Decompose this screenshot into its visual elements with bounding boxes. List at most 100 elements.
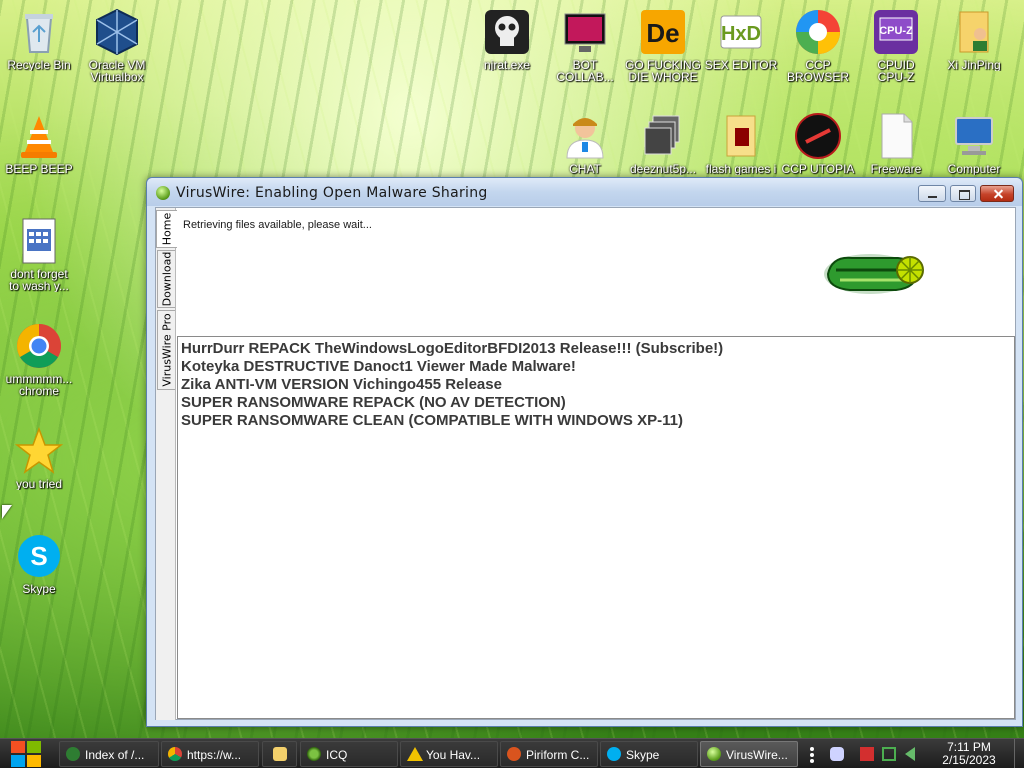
- app-logo-icon: [156, 186, 170, 200]
- folder-icon: [273, 747, 287, 761]
- desktop-icon-label: you tried: [15, 478, 63, 490]
- svg-text:HxD: HxD: [721, 23, 761, 45]
- desktop-icon-njrat[interactable]: njrat.exe: [469, 8, 545, 71]
- system-tray: [808, 739, 948, 768]
- icq-flower-icon: [307, 747, 321, 761]
- doctor-icon: [561, 112, 609, 160]
- desktop-icon-star[interactable]: you tried: [1, 426, 77, 490]
- desktop-icon-document[interactable]: dont forget to wash y...: [1, 217, 77, 292]
- clock-date: 2/15/2023: [942, 753, 996, 767]
- list-item[interactable]: SUPER RANSOMWARE REPACK (NO AV DETECTION…: [181, 394, 1011, 412]
- show-desktop-button[interactable]: [1014, 739, 1024, 768]
- taskbar-button-warning[interactable]: You Hav...: [400, 741, 498, 767]
- svg-text:S: S: [30, 541, 47, 571]
- taskbar-button-viruswire[interactable]: VirusWire...: [700, 741, 798, 767]
- minimize-button[interactable]: [918, 185, 946, 202]
- taskbar-button-label: Index of /...: [85, 748, 145, 762]
- desktop-icon-label: SEX EDITOR: [704, 59, 778, 71]
- monitor-icon: [561, 8, 609, 56]
- desktop-icon-label: ummmmm... chrome: [5, 373, 73, 397]
- desktop-icon-computer[interactable]: Computer: [936, 112, 1012, 175]
- desktop-icon-label: BOT COLLAB...: [556, 59, 614, 83]
- svg-text:De: De: [646, 18, 679, 48]
- list-item[interactable]: Zika ANTI-VM VERSION Vichingo455 Release: [181, 376, 1011, 394]
- desktop-icon-chat[interactable]: CHAT: [547, 112, 623, 175]
- svg-text:CPU-Z: CPU-Z: [879, 25, 913, 37]
- tab-home[interactable]: Home: [156, 210, 177, 248]
- desktop-icon-virtualbox[interactable]: Oracle VM Virtualbox: [79, 8, 155, 83]
- desktop-icon-vlc[interactable]: BEEP BEEP: [1, 112, 77, 175]
- tab-download[interactable]: Download: [157, 250, 175, 308]
- taskbar-button-chrome[interactable]: https://w...: [161, 741, 259, 767]
- taskbar: Index of /... https://w... ICQ You Hav..…: [0, 738, 1024, 768]
- user-folder-icon: [950, 8, 998, 56]
- flag-icon[interactable]: [860, 747, 874, 761]
- taskbar-button-index[interactable]: Index of /...: [59, 741, 159, 767]
- taskbar-button-label: https://w...: [187, 748, 242, 762]
- desktop-icon-label: Recycle Bin: [7, 59, 71, 71]
- taskbar-button-explorer[interactable]: [262, 741, 297, 767]
- maximize-button[interactable]: [950, 185, 976, 202]
- taskbar-button-label: Piriform C...: [526, 748, 590, 762]
- desktop-icon-ccp-utopia[interactable]: CCP UTOPIA: [780, 112, 856, 175]
- warning-icon: [407, 747, 423, 761]
- desktop-icon-flash-games[interactable]: flash games i: [703, 112, 779, 175]
- desktop-icon-deeznut[interactable]: deeznut5p...: [625, 112, 701, 175]
- desktop-icon-xi-jinping[interactable]: Xi JinPing: [936, 8, 1012, 71]
- taskbar-button-piriform[interactable]: Piriform C...: [500, 741, 598, 767]
- tab-label: VirusWire Pro: [160, 313, 173, 387]
- skype-icon: S: [15, 532, 63, 580]
- desktop-icon-hxd[interactable]: HxD SEX EDITOR: [703, 8, 779, 71]
- desktop-icon-label: BEEP BEEP: [5, 163, 73, 175]
- browser-icon: [794, 8, 842, 56]
- desktop-icon-label: CHAT: [569, 163, 601, 175]
- document-icon: [15, 217, 63, 265]
- desktop-icon-label: njrat.exe: [483, 59, 531, 71]
- taskbar-button-icq[interactable]: ICQ: [300, 741, 398, 767]
- ccleaner-icon: [507, 747, 521, 761]
- desktop-icon-label: CCP BROWSER: [786, 59, 849, 83]
- network-icon[interactable]: [882, 747, 896, 761]
- desktop-icon-cpuz[interactable]: CPU-Z CPUID CPU-Z: [858, 8, 934, 83]
- list-item[interactable]: HurrDurr REPACK TheWindowsLogoEditorBFDI…: [181, 340, 1011, 358]
- desktop-icon-ccp-browser[interactable]: CCP BROWSER: [780, 8, 856, 83]
- desktop-icon-label: Computer: [947, 163, 1001, 175]
- overflow-icon[interactable]: [810, 747, 814, 763]
- hxd-icon: HxD: [717, 8, 765, 56]
- taskbar-button-label: Skype: [626, 748, 660, 762]
- desktop-icon-skype[interactable]: S Skype: [1, 532, 77, 595]
- discord-icon[interactable]: [830, 747, 844, 761]
- desktop-icon-label: CPUID CPU-Z: [877, 59, 915, 83]
- virtualbox-icon: [93, 8, 141, 56]
- desktop-icon-label: deeznut5p...: [629, 163, 697, 175]
- tab-viruswire-pro[interactable]: VirusWire Pro: [157, 310, 175, 390]
- taskbar-button-skype[interactable]: Skype: [600, 741, 698, 767]
- taskbar-clock[interactable]: 7:11 PM 2/15/2023: [930, 741, 1008, 767]
- desktop-icon-label: Freeware: [870, 163, 922, 175]
- viruswire-icon: [707, 747, 721, 761]
- chrome-icon: [15, 322, 63, 370]
- desktop-icon-label: Skype: [22, 583, 56, 595]
- list-item[interactable]: Koteyka DESTRUCTIVE Danoct1 Viewer Made …: [181, 358, 1011, 376]
- de-icon: De: [639, 8, 687, 56]
- vlc-icon: [15, 112, 63, 160]
- viruswire-logo: [822, 244, 926, 300]
- desktop-icon-chrome[interactable]: ummmmm... chrome: [1, 322, 77, 397]
- close-button[interactable]: [980, 185, 1014, 202]
- desktop-icon-de[interactable]: De GO FUCKING DIE WHORE: [625, 8, 701, 83]
- window-title: VirusWire: Enabling Open Malware Sharing: [176, 185, 488, 201]
- viruswire-window: VirusWire: Enabling Open Malware Sharing…: [146, 177, 1023, 727]
- desktop-icon-freeware[interactable]: Freeware: [858, 112, 934, 175]
- chrome-icon: [168, 747, 182, 761]
- start-button[interactable]: [0, 739, 52, 768]
- window-titlebar[interactable]: VirusWire: Enabling Open Malware Sharing: [147, 178, 1022, 206]
- desktop-icon-label: Oracle VM Virtualbox: [88, 59, 146, 83]
- volume-icon[interactable]: [905, 747, 915, 761]
- recycle-bin-icon: [15, 8, 63, 56]
- spotify-icon: [66, 747, 80, 761]
- vertical-tab-strip: Home Download VirusWire Pro: [156, 208, 177, 720]
- list-item[interactable]: SUPER RANSOMWARE CLEAN (COMPATIBLE WITH …: [181, 412, 1011, 430]
- desktop-icon-label: GO FUCKING DIE WHORE: [625, 59, 701, 83]
- desktop-icon-bot-collab[interactable]: BOT COLLAB...: [547, 8, 623, 83]
- desktop-icon-recycle-bin[interactable]: Recycle Bin: [1, 8, 77, 71]
